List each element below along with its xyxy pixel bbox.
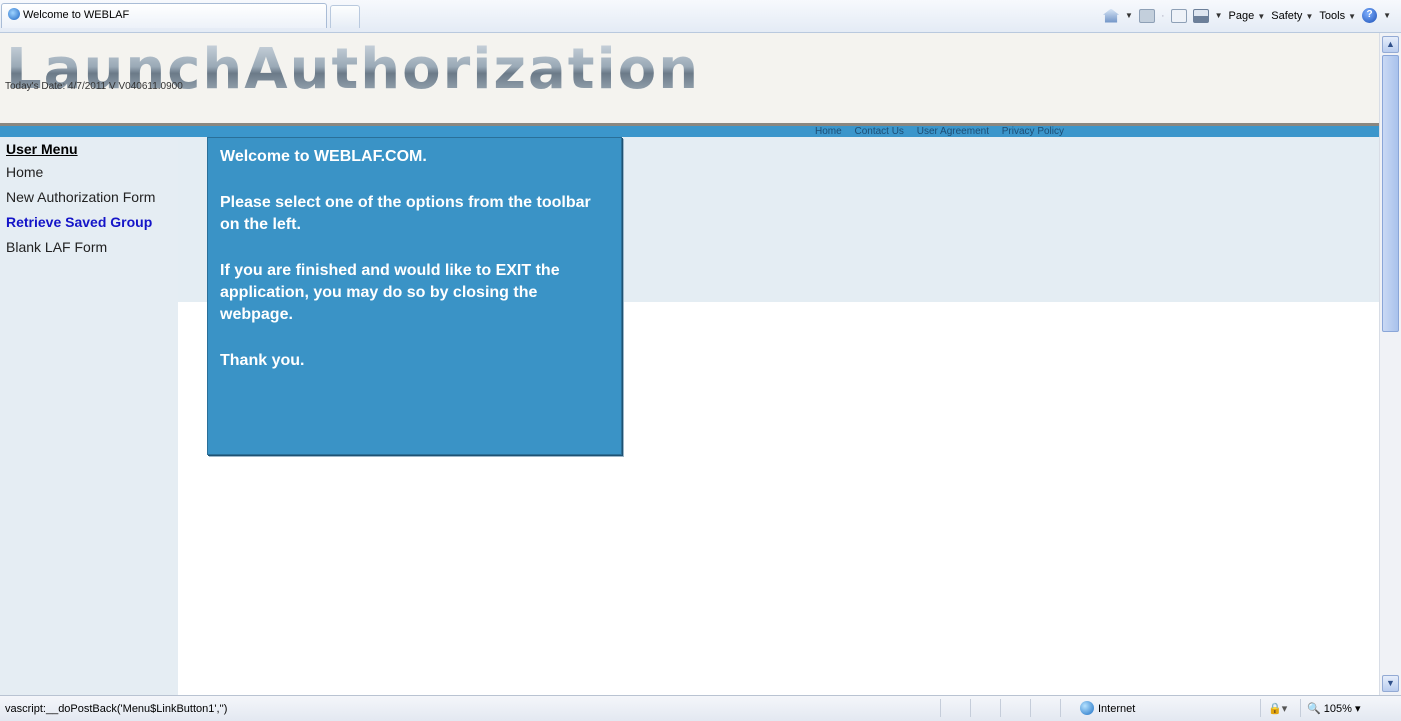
browser-toolbar: Welcome to WEBLAF ▼ · ▼ Page ▼ Safety ▼ …: [0, 0, 1401, 33]
browser-tab-title: Welcome to WEBLAF: [23, 9, 130, 21]
sidebar: User Menu Home New Authorization Form Re…: [0, 137, 178, 695]
welcome-thanks: Thank you.: [220, 352, 305, 369]
sidebar-item-home[interactable]: Home: [6, 164, 43, 180]
sidebar-item-new-authorization-form[interactable]: New Authorization Form: [6, 189, 155, 205]
zoom-level: 105%: [1323, 703, 1352, 715]
welcome-exit-note: If you are finished and would like to EX…: [220, 262, 560, 323]
scroll-down-button[interactable]: ▼: [1382, 675, 1399, 692]
page-menu-button[interactable]: Page ▼: [1229, 10, 1266, 22]
protected-mode-button[interactable]: 🔒▾: [1268, 702, 1287, 715]
new-tab-button[interactable]: [330, 5, 360, 28]
mail-icon[interactable]: [1170, 8, 1187, 23]
nav-link-user-agreement[interactable]: User Agreement: [917, 126, 989, 137]
separator: ·: [1160, 9, 1165, 22]
feeds-icon[interactable]: [1138, 8, 1155, 23]
safety-menu-button[interactable]: Safety ▼: [1271, 10, 1313, 22]
status-divider: [1260, 699, 1261, 717]
status-divider: [1060, 699, 1061, 717]
security-zone: Internet: [1080, 701, 1135, 715]
command-bar: ▼ · ▼ Page ▼ Safety ▼ Tools ▼ ? ▼: [1103, 8, 1391, 23]
chevron-down-icon: ▼: [1305, 11, 1314, 21]
status-divider: [1300, 699, 1301, 717]
nav-link-privacy-policy[interactable]: Privacy Policy: [1002, 126, 1064, 137]
welcome-message-box: Welcome to WEBLAF.COM. Please select one…: [207, 137, 622, 455]
print-icon[interactable]: [1192, 8, 1209, 23]
zone-label: Internet: [1098, 703, 1136, 715]
tools-menu-button[interactable]: Tools ▼: [1319, 10, 1356, 22]
status-divider: [1030, 699, 1031, 717]
top-nav-bar: [0, 126, 1379, 137]
date-version-line: Today's Date: 4/7/2011 V V040611.0900: [5, 81, 183, 92]
scroll-up-button[interactable]: ▲: [1382, 36, 1399, 53]
page-menu-label: Page: [1228, 9, 1255, 22]
zoom-button[interactable]: 🔍 105% ▾: [1307, 702, 1360, 715]
chevron-down-icon[interactable]: ▼: [1383, 11, 1391, 20]
scrollbar-thumb[interactable]: [1382, 55, 1399, 332]
top-nav: Home Contact Us User Agreement Privacy P…: [815, 126, 1074, 137]
sidebar-item-blank-laf-form[interactable]: Blank LAF Form: [6, 239, 107, 255]
browser-tab[interactable]: Welcome to WEBLAF: [1, 3, 327, 28]
chevron-down-icon[interactable]: ▼: [1125, 11, 1133, 20]
help-icon[interactable]: ?: [1362, 8, 1378, 23]
vertical-scrollbar[interactable]: ▲ ▼: [1379, 33, 1401, 695]
status-text: vascript:__doPostBack('Menu$LinkButton1'…: [5, 703, 228, 715]
status-divider: [940, 699, 941, 717]
sidebar-item-retrieve-saved-group[interactable]: Retrieve Saved Group: [6, 214, 152, 230]
status-bar: vascript:__doPostBack('Menu$LinkButton1'…: [0, 695, 1401, 721]
welcome-title: Welcome to WEBLAF.COM.: [220, 148, 427, 165]
chevron-down-icon[interactable]: ▼: [1215, 11, 1223, 20]
status-divider: [970, 699, 971, 717]
nav-link-contact-us[interactable]: Contact Us: [854, 126, 903, 137]
page-header: LaunchAuthorization Today's Date: 4/7/20…: [0, 33, 1379, 123]
sidebar-title: User Menu: [6, 141, 78, 157]
chevron-down-icon: ▼: [1348, 11, 1357, 21]
app-logo: LaunchAuthorization: [6, 37, 701, 102]
nav-link-home[interactable]: Home: [815, 126, 842, 137]
safety-menu-label: Safety: [1271, 9, 1303, 22]
chevron-down-icon: ▼: [1257, 11, 1266, 21]
status-divider: [1000, 699, 1001, 717]
ie-logo-icon: [8, 8, 20, 20]
home-icon[interactable]: [1103, 8, 1120, 23]
globe-icon: [1080, 701, 1094, 715]
tools-menu-label: Tools: [1319, 9, 1346, 22]
welcome-instructions: Please select one of the options from th…: [220, 194, 591, 233]
